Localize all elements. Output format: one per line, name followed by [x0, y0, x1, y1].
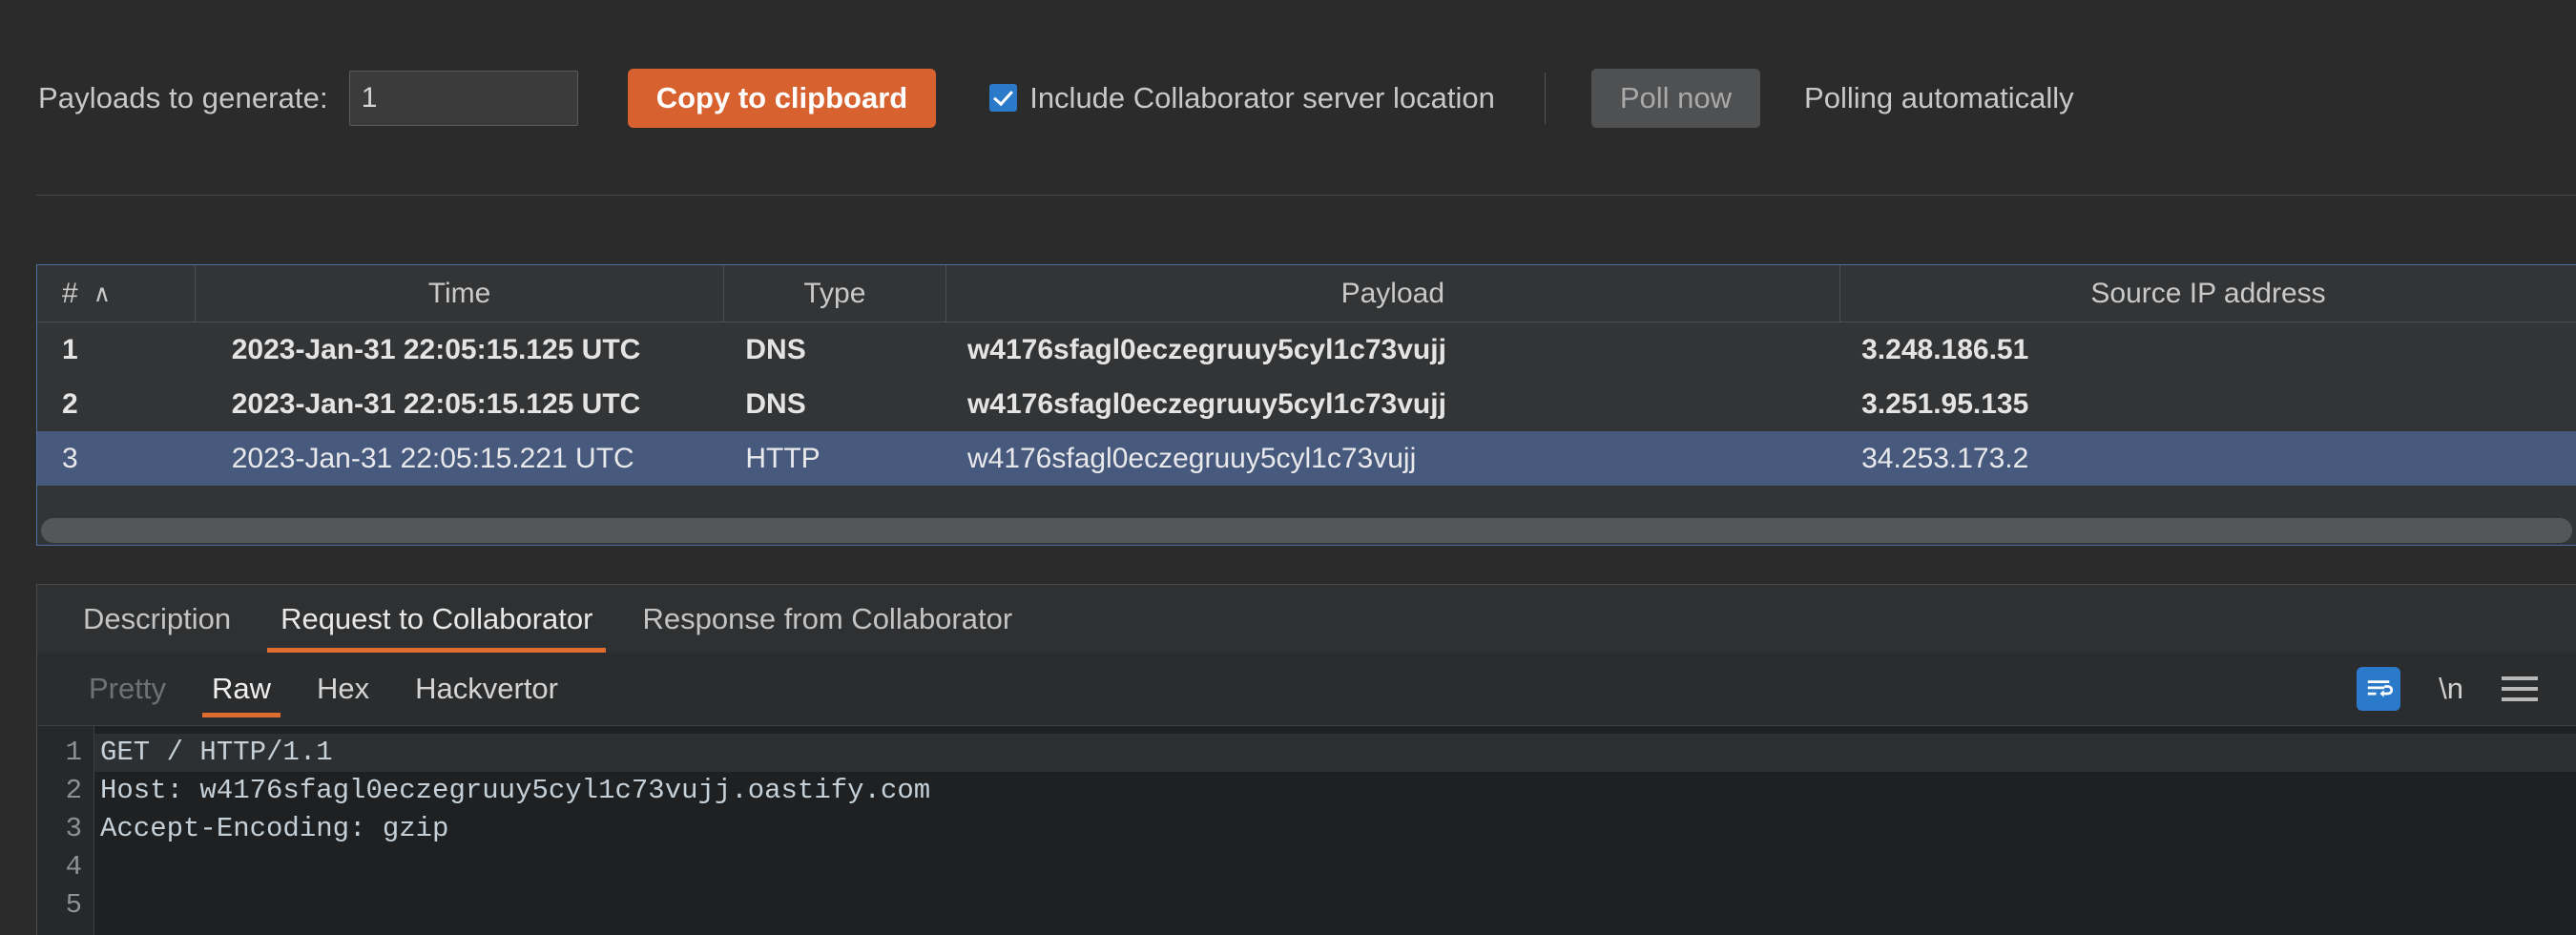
toolbar-separator	[1544, 72, 1546, 124]
table-row[interactable]: 1 2023-Jan-31 22:05:15.125 UTC DNS w4176…	[37, 322, 2576, 377]
include-collaborator-location-label: Include Collaborator server location	[1029, 80, 1495, 114]
column-header-payload[interactable]: Payload	[946, 265, 1841, 322]
tab-response-from-collaborator[interactable]: Response from Collaborator	[617, 585, 1037, 653]
column-header-type[interactable]: Type	[724, 265, 946, 322]
payloads-to-generate-label: Payloads to generate:	[38, 80, 328, 114]
raw-message-editor[interactable]: 1 2 3 4 5 GET / HTTP/1.1 Host: w4176sfag…	[36, 725, 2576, 935]
polling-status-label: Polling automatically	[1804, 80, 2074, 114]
column-header-index-label: #	[62, 277, 78, 309]
payloads-to-generate-input[interactable]	[348, 70, 578, 126]
tab-pretty[interactable]: Pretty	[66, 653, 189, 725]
cell-index: 3	[62, 442, 78, 474]
tab-hackvertor[interactable]: Hackvertor	[392, 653, 581, 725]
line-number: 2	[65, 775, 82, 806]
sort-ascending-icon: ∧	[93, 280, 111, 307]
collaborator-panel: Payloads to generate: Copy to clipboard …	[0, 0, 2576, 935]
tab-request-to-collaborator[interactable]: Request to Collaborator	[256, 585, 617, 653]
cell-source-ip: 34.253.173.2	[1861, 442, 2029, 474]
cell-type: HTTP	[745, 442, 821, 474]
tab-hex[interactable]: Hex	[294, 653, 392, 725]
cell-time: 2023-Jan-31 22:05:15.125 UTC	[231, 333, 641, 365]
message-view-tab-bar: Pretty Raw Hex Hackvertor \n	[36, 653, 2576, 725]
cell-payload: w4176sfagl0eczegruuy5cyl1c73vujj	[966, 333, 1446, 365]
collaborator-toolbar: Payloads to generate: Copy to clipboard …	[0, 0, 2576, 196]
interactions-table[interactable]: # ∧ Time Type Payload Source IP address …	[36, 264, 2576, 546]
include-collaborator-location-checkbox[interactable]: Include Collaborator server location	[989, 81, 1495, 115]
cell-payload: w4176sfagl0eczegruuy5cyl1c73vujj	[966, 387, 1446, 420]
tab-raw[interactable]: Raw	[189, 653, 294, 725]
table-row[interactable]: 2 2023-Jan-31 22:05:15.125 UTC DNS w4176…	[37, 377, 2576, 431]
table-horizontal-scrollbar[interactable]	[37, 518, 2576, 543]
word-wrap-icon[interactable]	[2357, 667, 2401, 711]
tab-description[interactable]: Description	[58, 585, 256, 653]
cell-payload: w4176sfagl0eczegruuy5cyl1c73vujj	[966, 442, 1417, 474]
column-header-time[interactable]: Time	[196, 265, 725, 322]
show-newlines-button[interactable]: \n	[2439, 672, 2463, 706]
code-line: GET / HTTP/1.1	[94, 734, 2576, 772]
line-number-gutter: 1 2 3 4 5	[37, 726, 94, 935]
cell-index: 2	[62, 387, 78, 420]
cell-source-ip: 3.251.95.135	[1861, 387, 2029, 420]
detail-tab-bar: Description Request to Collaborator Resp…	[36, 584, 2576, 653]
line-number: 1	[65, 737, 82, 768]
hamburger-menu-icon[interactable]	[2502, 676, 2538, 701]
line-number: 3	[65, 813, 82, 844]
newline-symbol-label: \n	[2439, 672, 2463, 705]
line-number: 5	[65, 889, 82, 921]
line-number: 4	[65, 851, 82, 883]
copy-to-clipboard-button[interactable]: Copy to clipboard	[627, 68, 937, 128]
column-header-index[interactable]: # ∧	[37, 265, 196, 322]
scrollbar-thumb[interactable]	[41, 518, 2572, 543]
table-row-selected[interactable]: 3 2023-Jan-31 22:05:15.221 UTC HTTP w417…	[37, 431, 2576, 486]
cell-index: 1	[62, 333, 78, 365]
cell-type: DNS	[745, 333, 806, 365]
code-line: Accept-Encoding: gzip	[100, 813, 449, 844]
cell-source-ip: 3.248.186.51	[1861, 333, 2029, 365]
table-header-row: # ∧ Time Type Payload Source IP address	[37, 265, 2576, 322]
editor-content[interactable]: GET / HTTP/1.1 Host: w4176sfagl0eczegruu…	[94, 726, 2576, 935]
cell-type: DNS	[745, 387, 806, 420]
checkmark-icon	[989, 84, 1018, 112]
cell-time: 2023-Jan-31 22:05:15.221 UTC	[231, 442, 634, 474]
code-line: Host: w4176sfagl0eczegruuy5cyl1c73vujj.o…	[100, 775, 931, 806]
column-header-source-ip[interactable]: Source IP address	[1840, 265, 2576, 322]
poll-now-button[interactable]: Poll now	[1590, 68, 1761, 128]
cell-time: 2023-Jan-31 22:05:15.125 UTC	[231, 387, 641, 420]
toolbar-divider	[36, 195, 2576, 196]
editor-actions: \n	[2357, 667, 2576, 711]
